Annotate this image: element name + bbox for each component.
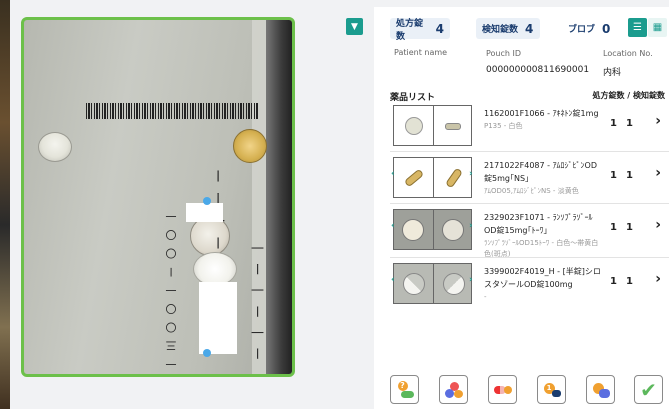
drug-list-item[interactable]: ‹ › 2329023F1071 - ﾗﾝｿﾌﾟﾗｿﾞｰﾙOD錠15mg｢ﾄｰﾜ…	[390, 204, 669, 258]
detection-marker-1	[203, 197, 211, 205]
pill-image-2	[233, 129, 267, 163]
background-edge	[0, 0, 10, 409]
drug-name: 2171022F4087 - ｱﾑﾛｼﾞﾋﾟﾝOD錠5mg｢NS｣ ｱﾑOD05…	[484, 159, 602, 197]
drug-thumbnails	[393, 209, 472, 250]
detection-marker-2	[203, 349, 211, 357]
grid-view-button[interactable]: ▦	[648, 18, 667, 37]
confirm-button[interactable]: ✔	[634, 375, 663, 404]
next-image-arrow-icon[interactable]: ›	[469, 169, 473, 179]
confirm-check-icon: ✔	[640, 377, 657, 402]
drug-back-thumbnail	[432, 106, 472, 145]
prev-image-arrow-icon[interactable]: ‹	[391, 221, 395, 231]
chevron-right-icon[interactable]: ›	[655, 165, 661, 181]
rx-count: 1	[610, 276, 617, 287]
detected-count: 1	[626, 170, 633, 181]
drug-thumbnails	[393, 105, 472, 146]
drug-back-thumbnail	[432, 210, 472, 249]
drug-name: 2329023F1071 - ﾗﾝｿﾌﾟﾗｿﾞｰﾙOD錠15mg｢ﾄｰﾜ｣ ﾗﾝ…	[484, 211, 602, 260]
drug-description: ｱﾑOD05,ｱﾑﾛｼﾞﾋﾟﾝNS - 淡黄色	[484, 187, 579, 195]
chevron-right-icon[interactable]: ›	[655, 271, 661, 287]
audit-count-value: 4	[525, 21, 534, 36]
chevron-right-icon[interactable]: ›	[655, 113, 661, 129]
drug-name-text: 1162001F1066 - ｱｷﾈﾄﾝ錠1mg	[484, 109, 599, 118]
remove-pill-button[interactable]	[586, 375, 615, 404]
prescription-count-label: 処方錠数	[396, 18, 424, 42]
chevron-right-icon[interactable]: ›	[655, 217, 661, 233]
multi-pill-button[interactable]	[439, 375, 468, 404]
list-view-icon: ☰	[633, 22, 642, 33]
question-pill-icon: ?	[395, 380, 415, 400]
pouch-barcode	[86, 103, 258, 119]
drug-description: -	[484, 293, 487, 301]
pill-image-4	[193, 252, 237, 286]
grid-view-icon: ▦	[652, 22, 663, 33]
pill-image-1	[38, 132, 72, 162]
prescription-count-chip: 処方錠数 4	[390, 18, 450, 42]
location-label: Location No.	[603, 49, 653, 58]
image-dark-band	[266, 20, 292, 374]
capsule-pill-icon	[493, 380, 513, 400]
blob-count-value: 0	[602, 21, 611, 36]
count-pill-button[interactable]: 1	[537, 375, 566, 404]
unknown-pill-button[interactable]: ?	[390, 375, 419, 404]
redacted-box-2	[199, 282, 237, 354]
rx-count: 1	[610, 118, 617, 129]
drug-list-item[interactable]: ‹ › 3399002F4019_H - [半錠]シロスタゾールOD錠100mg…	[390, 258, 669, 310]
camera-image[interactable]: ー 一 ー ー 一 三 〇 〇 一 ー 〇 〇 一 ー 一 ー 一 ー 一	[21, 17, 295, 377]
collapse-dropdown-button[interactable]: ▼	[346, 18, 363, 35]
patient-name-label: Patient name	[394, 48, 448, 57]
result-panel: 処方錠数 4 検知錠数 4 ブロブ 0 ☰ ▦ Patient name Pou…	[374, 7, 669, 409]
drug-description: P135 - 白色	[484, 122, 523, 130]
list-view-button[interactable]: ☰	[628, 18, 647, 37]
blob-count-chip: ブロブ 0	[562, 18, 620, 39]
detected-count: 1	[626, 118, 633, 129]
detected-count: 1	[626, 276, 633, 287]
drug-name-text: 2329023F1071 - ﾗﾝｿﾌﾟﾗｿﾞｰﾙOD錠15mg｢ﾄｰﾜ｣	[484, 213, 593, 235]
redacted-box-1	[186, 203, 223, 222]
drug-list-item[interactable]: 1162001F1066 - ｱｷﾈﾄﾝ錠1mg P135 - 白色 1 1 ›	[390, 100, 669, 152]
blob-count-label: ブロブ	[568, 25, 596, 35]
pouch-print-2: 一 三 〇 〇 一 ー 〇 〇 一	[165, 209, 178, 370]
next-image-arrow-icon[interactable]: ›	[469, 275, 473, 285]
capsule-pill-button[interactable]	[488, 375, 517, 404]
multi-pill-icon	[444, 380, 464, 400]
prescription-count-value: 4	[435, 21, 444, 36]
drug-name: 1162001F1066 - ｱｷﾈﾄﾝ錠1mg P135 - 白色	[484, 107, 602, 132]
drug-front-thumbnail	[394, 210, 433, 249]
count-pill-icon: 1	[542, 380, 562, 400]
drug-front-thumbnail	[394, 264, 433, 303]
drug-back-thumbnail	[432, 264, 472, 303]
prev-image-arrow-icon[interactable]: ‹	[391, 169, 395, 179]
drug-name-text: 3399002F4019_H - [半錠]シロスタゾールOD錠100mg	[484, 267, 601, 289]
caret-down-icon: ▼	[351, 21, 358, 32]
drug-front-thumbnail	[394, 158, 433, 197]
pouch-id-label: Pouch ID	[486, 49, 522, 58]
audit-count-chip: 検知錠数 4	[476, 18, 540, 39]
drug-name-text: 2171022F4087 - ｱﾑﾛｼﾞﾋﾟﾝOD錠5mg｢NS｣	[484, 161, 598, 183]
drug-thumbnails	[393, 263, 472, 304]
drug-back-thumbnail	[432, 158, 472, 197]
pouch-id-value: 000000000811690001	[486, 65, 590, 75]
drug-description: ﾗﾝｿﾌﾟﾗｿﾞｰﾙOD15ﾄｰﾜ - 白色～帯黄白色(斑点)	[484, 239, 599, 258]
prev-image-arrow-icon[interactable]: ‹	[391, 275, 395, 285]
detected-count: 1	[626, 222, 633, 233]
rx-count: 1	[610, 170, 617, 181]
drug-front-thumbnail	[394, 106, 433, 145]
pouch-print-1: ー 一 ー ー	[211, 166, 227, 250]
drug-list-item[interactable]: ‹ › 2171022F4087 - ｱﾑﾛｼﾞﾋﾟﾝOD錠5mg｢NS｣ ｱﾑ…	[390, 152, 669, 204]
next-image-arrow-icon[interactable]: ›	[469, 221, 473, 231]
pouch-print-3: ー 一 ー 一 ー 一	[252, 239, 267, 360]
audit-count-label: 検知錠数	[482, 25, 519, 35]
rx-count: 1	[610, 222, 617, 233]
pill-no-icon	[591, 380, 611, 400]
location-value: 内科	[603, 68, 622, 78]
drug-name: 3399002F4019_H - [半錠]シロスタゾールOD錠100mg -	[484, 265, 602, 303]
drug-thumbnails	[393, 157, 472, 198]
